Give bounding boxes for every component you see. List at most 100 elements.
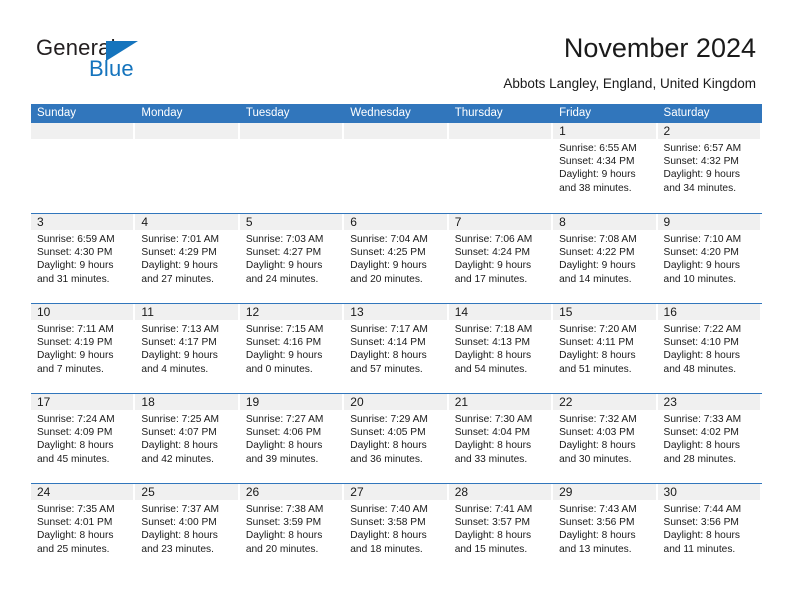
day-cell-7[interactable]: 7 Sunrise: 7:06 AM Sunset: 4:24 PM Dayli… [448, 214, 553, 303]
sunset-text: Sunset: 4:03 PM [559, 427, 635, 439]
page-subtitle: Abbots Langley, England, United Kingdom [503, 76, 756, 91]
day-number: 17 [37, 395, 51, 409]
daylight-text-line1: Daylight: 8 hours [559, 530, 636, 542]
day-cell-19[interactable]: 19 Sunrise: 7:27 AM Sunset: 4:06 PM Dayl… [239, 394, 344, 483]
day-number-band [239, 123, 343, 139]
day-cell-29[interactable]: 29 Sunrise: 7:43 AM Sunset: 3:56 PM Dayl… [553, 484, 657, 573]
sunset-text: Sunset: 3:58 PM [350, 517, 426, 529]
day-number-band: 13 [344, 304, 447, 320]
daylight-text-line2: and 39 minutes. [245, 453, 319, 465]
calendar-week-row: 10 Sunrise: 7:11 AM Sunset: 4:19 PM Dayl… [31, 303, 762, 393]
sunset-text: Sunset: 4:06 PM [245, 427, 322, 439]
day-number: 2 [663, 124, 671, 138]
daylight-text-line2: and 36 minutes. [350, 453, 423, 465]
sunrise-text: Sunrise: 6:55 AM [559, 143, 637, 154]
day-cell-13[interactable]: 13 Sunrise: 7:17 AM Sunset: 4:14 PM Dayl… [344, 304, 448, 393]
sunrise-text: Sunrise: 7:32 AM [559, 414, 637, 425]
day-cell-17[interactable]: 17 Sunrise: 7:24 AM Sunset: 4:09 PM Dayl… [31, 394, 135, 483]
day-number-band: 14 [448, 304, 552, 320]
daylight-text-line1: Daylight: 8 hours [350, 440, 427, 452]
day-info: Sunrise: 7:41 AM Sunset: 3:57 PM Dayligh… [449, 500, 553, 556]
day-number-band [448, 123, 552, 139]
sunrise-text: Sunrise: 7:03 AM [245, 234, 324, 245]
day-cell-24[interactable]: 24 Sunrise: 7:35 AM Sunset: 4:01 PM Dayl… [31, 484, 135, 573]
day-number: 25 [141, 485, 155, 499]
day-cell-empty [448, 123, 553, 213]
page-title: November 2024 [563, 33, 756, 63]
sunrise-text: Sunrise: 7:17 AM [350, 324, 428, 335]
day-cell-8[interactable]: 8 Sunrise: 7:08 AM Sunset: 4:22 PM Dayli… [553, 214, 657, 303]
daylight-text-line1: Daylight: 8 hours [37, 440, 114, 452]
day-cell-20[interactable]: 20 Sunrise: 7:29 AM Sunset: 4:05 PM Dayl… [344, 394, 448, 483]
daylight-text-line2: and 20 minutes. [350, 273, 423, 285]
daylight-text-line1: Daylight: 8 hours [663, 350, 740, 362]
day-info: Sunrise: 7:08 AM Sunset: 4:22 PM Dayligh… [553, 230, 657, 286]
day-number: 30 [663, 485, 677, 499]
daylight-text-line1: Daylight: 9 hours [559, 169, 636, 181]
day-number-band: 4 [135, 214, 238, 230]
day-number-band: 23 [657, 394, 760, 410]
day-number: 26 [245, 485, 260, 499]
day-cell-15[interactable]: 15 Sunrise: 7:20 AM Sunset: 4:11 PM Dayl… [553, 304, 657, 393]
day-cell-30[interactable]: 30 Sunrise: 7:44 AM Sunset: 3:56 PM Dayl… [657, 484, 762, 573]
sunrise-text: Sunrise: 7:18 AM [454, 324, 533, 335]
day-info: Sunrise: 6:55 AM Sunset: 4:34 PM Dayligh… [553, 139, 657, 195]
day-number-band: 28 [448, 484, 552, 500]
weekday-header-row: Sunday Monday Tuesday Wednesday Thursday… [31, 104, 762, 123]
day-cell-4[interactable]: 4 Sunrise: 7:01 AM Sunset: 4:29 PM Dayli… [135, 214, 239, 303]
day-cell-6[interactable]: 6 Sunrise: 7:04 AM Sunset: 4:25 PM Dayli… [344, 214, 448, 303]
calendar-weeks: 1 Sunrise: 6:55 AM Sunset: 4:34 PM Dayli… [31, 123, 762, 573]
day-cell-16[interactable]: 16 Sunrise: 7:22 AM Sunset: 4:10 PM Dayl… [657, 304, 762, 393]
day-number-band: 7 [448, 214, 552, 230]
day-number-band: 18 [135, 394, 238, 410]
day-cell-26[interactable]: 26 Sunrise: 7:38 AM Sunset: 3:59 PM Dayl… [239, 484, 344, 573]
day-cell-28[interactable]: 28 Sunrise: 7:41 AM Sunset: 3:57 PM Dayl… [448, 484, 553, 573]
day-cell-22[interactable]: 22 Sunrise: 7:32 AM Sunset: 4:03 PM Dayl… [553, 394, 657, 483]
sunset-text: Sunset: 4:04 PM [454, 427, 531, 439]
sunrise-text: Sunrise: 7:29 AM [350, 414, 428, 425]
weekday-header-friday: Friday [559, 107, 592, 119]
sunset-text: Sunset: 4:17 PM [141, 337, 217, 349]
day-cell-18[interactable]: 18 Sunrise: 7:25 AM Sunset: 4:07 PM Dayl… [135, 394, 239, 483]
day-cell-12[interactable]: 12 Sunrise: 7:15 AM Sunset: 4:16 PM Dayl… [239, 304, 344, 393]
day-cell-14[interactable]: 14 Sunrise: 7:18 AM Sunset: 4:13 PM Dayl… [448, 304, 553, 393]
day-number-band: 12 [239, 304, 343, 320]
day-cell-23[interactable]: 23 Sunrise: 7:33 AM Sunset: 4:02 PM Dayl… [657, 394, 762, 483]
day-number: 20 [350, 395, 364, 409]
day-cell-11[interactable]: 11 Sunrise: 7:13 AM Sunset: 4:17 PM Dayl… [135, 304, 239, 393]
daylight-text-line1: Daylight: 8 hours [245, 530, 323, 542]
day-number: 27 [350, 485, 364, 499]
day-cell-5[interactable]: 5 Sunrise: 7:03 AM Sunset: 4:27 PM Dayli… [239, 214, 344, 303]
logo-general-blue[interactable]: General Blue [36, 36, 236, 86]
day-cell-10[interactable]: 10 Sunrise: 7:11 AM Sunset: 4:19 PM Dayl… [31, 304, 135, 393]
day-number: 5 [245, 215, 253, 229]
day-number-band [344, 123, 447, 139]
day-cell-21[interactable]: 21 Sunrise: 7:30 AM Sunset: 4:04 PM Dayl… [448, 394, 553, 483]
daylight-text-line2: and 25 minutes. [37, 543, 110, 555]
day-number-band: 10 [31, 304, 134, 320]
day-cell-9[interactable]: 9 Sunrise: 7:10 AM Sunset: 4:20 PM Dayli… [657, 214, 762, 303]
sunrise-text: Sunrise: 6:57 AM [663, 143, 742, 154]
daylight-text-line1: Daylight: 9 hours [350, 260, 427, 272]
day-cell-25[interactable]: 25 Sunrise: 7:37 AM Sunset: 4:00 PM Dayl… [135, 484, 239, 573]
weekday-header-thursday: Thursday [454, 107, 503, 119]
day-cell-2[interactable]: 2 Sunrise: 6:57 AM Sunset: 4:32 PM Dayli… [657, 123, 762, 213]
daylight-text-line1: Daylight: 9 hours [663, 169, 740, 181]
day-number-band: 16 [657, 304, 760, 320]
daylight-text-line2: and 51 minutes. [559, 363, 632, 375]
day-number-band [31, 123, 134, 139]
sunrise-text: Sunrise: 7:24 AM [37, 414, 115, 425]
sunset-text: Sunset: 4:29 PM [141, 247, 217, 259]
sunrise-text: Sunrise: 7:33 AM [663, 414, 742, 425]
day-cell-3[interactable]: 3 Sunrise: 6:59 AM Sunset: 4:30 PM Dayli… [31, 214, 135, 303]
day-info: Sunrise: 7:20 AM Sunset: 4:11 PM Dayligh… [553, 320, 657, 376]
day-number-band: 22 [553, 394, 656, 410]
day-cell-27[interactable]: 27 Sunrise: 7:40 AM Sunset: 3:58 PM Dayl… [344, 484, 448, 573]
sunrise-text: Sunrise: 7:04 AM [350, 234, 428, 245]
sunrise-text: Sunrise: 7:06 AM [454, 234, 533, 245]
day-number-band: 29 [553, 484, 656, 500]
sunrise-text: Sunrise: 7:30 AM [454, 414, 533, 425]
daylight-text-line1: Daylight: 8 hours [454, 350, 532, 362]
day-cell-1[interactable]: 1 Sunrise: 6:55 AM Sunset: 4:34 PM Dayli… [553, 123, 657, 213]
sunset-text: Sunset: 4:02 PM [663, 427, 739, 439]
